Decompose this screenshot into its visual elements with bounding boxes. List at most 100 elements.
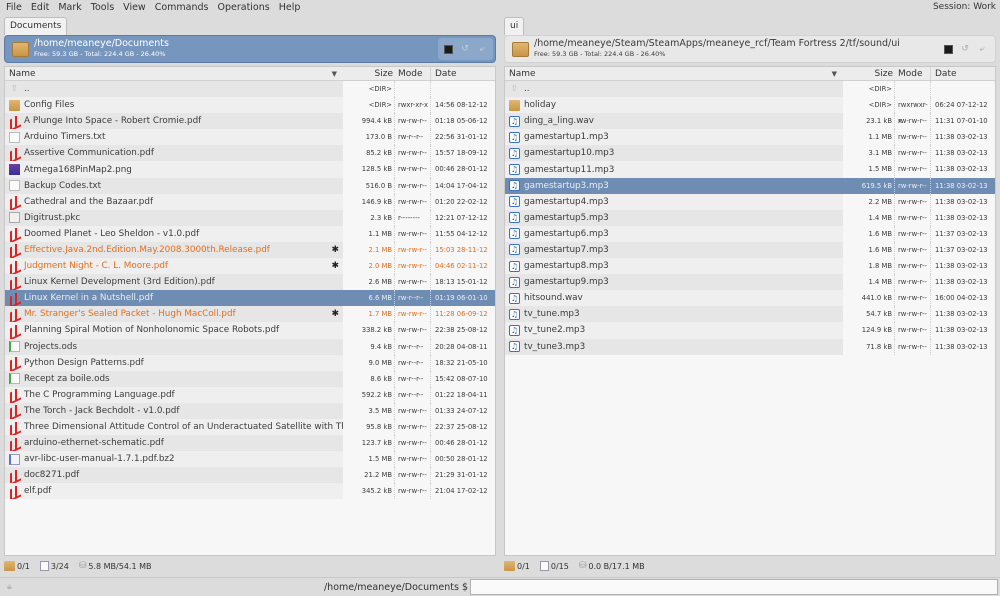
file-row[interactable]: ⇧.. <DIR> (505, 81, 995, 98)
tab-documents[interactable]: Documents (4, 17, 68, 35)
file-date: 11:38 03-02-13 (935, 149, 988, 158)
path-bar[interactable]: /home/meaneye/Documents Free: 59.3 GB - … (4, 35, 496, 63)
file-date: 14:56 08-12-12 (435, 101, 488, 110)
file-row[interactable]: ♫ gamestartup7.mp3 1.6 MB rw-rw-r-- 11:37 03… (505, 241, 995, 259)
history-icon[interactable]: ↺ (960, 44, 970, 54)
menu-mark[interactable]: Mark (54, 2, 86, 13)
file-row[interactable]: Python Design Patterns.pdf 9.0 MB rw-r--r-… (5, 354, 495, 371)
column-name[interactable]: Name ▼ (505, 67, 843, 80)
file-row[interactable]: ♫ gamestartup5.mp3 1.4 MB rw-rw-r-- 11:38 03… (505, 209, 995, 226)
file-row[interactable]: ♫ tv_tune.mp3 54.7 kB rw-rw-r-- 11:38 03-02-… (505, 306, 995, 323)
audio-icon: ♫ (509, 308, 520, 320)
file-row[interactable]: ♫ ding_a_ling.wav 23.1 kB rw-rw-r-- 11:31 07… (505, 113, 995, 130)
file-row[interactable]: holiday <DIR> rwxrwxr-x 06:24 07-12-12 (505, 97, 995, 125)
file-row[interactable]: Mr. Stranger's Sealed Packet - Hugh MacC… (5, 306, 495, 323)
bookmarks-icon[interactable]: ⤶ (977, 44, 987, 54)
file-row[interactable]: ♫ gamestartup6.mp3 1.6 MB rw-rw-r-- 11:37 03… (505, 225, 995, 242)
file-row[interactable]: Digitrust.pkc 2.3 kB r-------- 12:21 07-12-… (5, 209, 495, 226)
file-row[interactable]: avr-libc-user-manual-1.7.1.pdf.bz2 1.5 MB… (5, 451, 495, 468)
file-row[interactable]: Judgment Night - C. L. Moore.pdf ✱ 2.0 MB r… (5, 258, 495, 275)
file-row[interactable]: A Plunge Into Space - Robert Cromie.pdf 9… (5, 113, 495, 130)
file-row[interactable]: Backup Codes.txt 516.0 Brw-rw-r-- 14:04 17… (5, 177, 495, 194)
file-row[interactable]: Cathedral and the Bazaar.pdf 146.9 kB rw-r… (5, 193, 495, 210)
file-row[interactable]: Effective.Java.2nd.Edition.May.2008.3000… (5, 241, 495, 259)
file-row[interactable]: ⇧.. <DIR> (5, 81, 495, 98)
file-row[interactable]: Three Dimensional Attitude Control of an… (5, 418, 495, 436)
file-list[interactable]: Name ▼ Size Mode Date ⇧.. <DIR> Config File… (4, 66, 496, 556)
column-mode[interactable]: Mode (395, 67, 431, 80)
column-name[interactable]: Name ▼ (5, 67, 343, 80)
file-row[interactable]: ♫ hitsound.wav 441.0 kB rw-rw-r-- 16:00 04-0… (505, 290, 995, 307)
file-row[interactable]: ♫ gamestartup8.mp3 1.8 MB rw-rw-r-- 11:38 03… (505, 258, 995, 275)
file-row[interactable]: ♫ gamestartup10.mp3 3.1 MB rw-rw-r-- 11:38 0… (505, 145, 995, 162)
file-size: 1.1 MB (843, 129, 895, 146)
file-row[interactable]: doc8271.pdf 21.2 MB rw-rw-r-- 21:29 31-01-1… (5, 467, 495, 484)
file-row[interactable]: Assertive Communication.pdf 85.2 kB rw-rw-… (5, 145, 495, 162)
column-size[interactable]: Size (343, 67, 395, 80)
menu-operations[interactable]: Operations (213, 2, 274, 13)
lock-icon[interactable]: 🔒︎ (7, 582, 12, 592)
file-mode: rw-rw-r-- (395, 483, 431, 500)
history-icon[interactable]: ↺ (460, 44, 470, 54)
file-row[interactable]: ♫ gamestartup9.mp3 1.4 MB rw-rw-r-- 11:38 03… (505, 274, 995, 291)
file-row[interactable]: Doomed Planet - Leo Sheldon - v1.0.pdf 1.… (5, 225, 495, 242)
file-row[interactable]: ♫ gamestartup4.mp3 2.2 MB rw-rw-r-- 11:38 03… (505, 193, 995, 210)
file-size: <DIR> (843, 81, 895, 98)
file-row[interactable]: ♫ gamestartup3.mp3 619.5 kB rw-rw-r-- 11:38 … (505, 177, 995, 194)
menu-file[interactable]: File (2, 2, 27, 13)
bookmarks-icon[interactable]: ⤶ (477, 44, 487, 54)
file-row[interactable]: Config Files <DIR> rwxr-xr-x 14:56 08-12-12 (5, 97, 495, 114)
file-row[interactable]: Linux Kernel Development (3rd Edition).p… (5, 274, 495, 291)
column-size[interactable]: Size (843, 67, 895, 80)
file-count: 0/15 (550, 561, 569, 571)
terminal-icon[interactable] (444, 44, 453, 54)
pdf-icon (9, 469, 20, 481)
command-input[interactable] (470, 579, 998, 595)
file-row[interactable]: Planning Spiral Motion of Nonholonomic S… (5, 322, 495, 339)
file-row[interactable]: Recept za boile.ods 8.6 kB rw-r--r-- 15:42 … (5, 370, 495, 387)
column-date[interactable]: Date (931, 67, 995, 80)
file-row[interactable]: Projects.ods 9.4 kB rw-r--r-- 20:28 04-08-1… (5, 338, 495, 355)
file-mode: rw-rw-r-- (895, 338, 931, 355)
tab-ui[interactable]: ui (504, 17, 525, 35)
file-size: 1.7 MB (343, 306, 395, 323)
audio-icon: ♫ (509, 228, 520, 240)
file-row[interactable]: ♫ tv_tune3.mp3 71.8 kB rw-rw-r-- 11:38 03-02… (505, 338, 995, 355)
file-name-cell: Effective.Java.2nd.Edition.May.2008.3000… (5, 241, 343, 259)
file-mode: rwxrwxr-x (895, 97, 931, 125)
file-row[interactable]: ♫ tv_tune2.mp3 124.9 kB rw-rw-r-- 11:38 03-0… (505, 322, 995, 339)
terminal-icon[interactable] (944, 44, 953, 54)
file-name: gamestartup5.mp3 (524, 212, 609, 223)
file-name: The C Programming Language.pdf (24, 389, 175, 400)
menu-edit[interactable]: Edit (27, 2, 54, 13)
file-name-cell: doc8271.pdf (5, 467, 343, 484)
file-row[interactable]: ♫ gamestartup11.mp3 1.5 MB rw-rw-r-- 11:38 0… (505, 161, 995, 178)
file-name-cell: holiday (505, 97, 843, 114)
file-row[interactable]: arduino-ethernet-schematic.pdf 123.7 kB rw… (5, 435, 495, 452)
menu-view[interactable]: View (119, 2, 151, 13)
file-row[interactable]: Atmega168PinMap2.png 128.5 kB rw-rw-r-- 00:… (5, 161, 495, 178)
menu-commands[interactable]: Commands (151, 2, 214, 13)
file-mode: rw-rw-r-- (895, 113, 931, 130)
column-date[interactable]: Date (431, 67, 495, 80)
path-bar[interactable]: /home/meaneye/Steam/SteamApps/meaneye_rc… (504, 35, 996, 63)
file-mode: rw-rw-r-- (395, 258, 431, 275)
file-name: Cathedral and the Bazaar.pdf (24, 196, 154, 207)
file-row[interactable]: Arduino Timers.txt 173.0 Brw-r--r-- 22:56 … (5, 129, 495, 146)
column-mode[interactable]: Mode (895, 67, 931, 80)
menu-help[interactable]: Help (275, 2, 306, 13)
file-name: Effective.Java.2nd.Edition.May.2008.3000… (24, 244, 270, 255)
pdf-icon (9, 196, 20, 208)
file-list[interactable]: Name ▼ Size Mode Date ⇧.. <DIR> holiday <DIR… (504, 66, 996, 556)
file-row[interactable]: The Torch - Jack Bechdolt - v1.0.pdf 3.5 … (5, 402, 495, 419)
menu-tools[interactable]: Tools (87, 2, 119, 13)
file-name-cell: ⇧.. (505, 81, 843, 98)
file-row[interactable]: ♫ gamestartup1.mp3 1.1 MB rw-rw-r-- 11:38 03… (505, 129, 995, 146)
audio-icon: ♫ (509, 131, 520, 143)
file-mode: rw-rw-r-- (895, 290, 931, 307)
file-row[interactable]: Linux Kernel in a Nutshell.pdf 6.6 MB rw-r… (5, 290, 495, 307)
session-label[interactable]: Session: Work (933, 2, 996, 12)
pdf-icon (9, 292, 20, 304)
file-row[interactable]: elf.pdf 345.2 kB rw-rw-r-- 21:04 17-02-12 (5, 483, 495, 500)
file-row[interactable]: The C Programming Language.pdf 592.2 kB rw… (5, 386, 495, 403)
